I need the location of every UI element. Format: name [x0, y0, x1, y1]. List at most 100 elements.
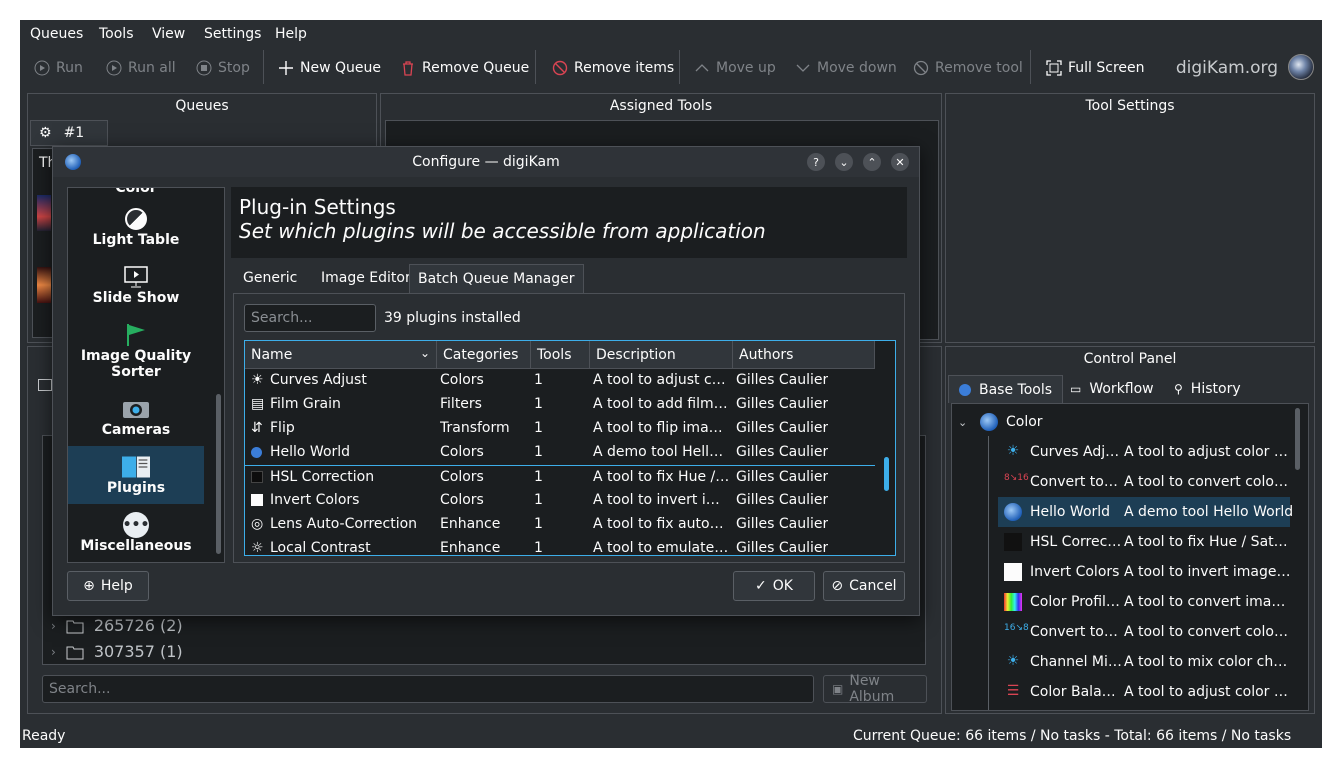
tree-tool-row[interactable]: 16↘8 Convert to … A tool to convert colo…: [952, 617, 1308, 647]
table-row[interactable]: Invert Colors Colors 1 A tool to invert …: [245, 489, 875, 513]
column-header-name[interactable]: Name ⌄: [245, 341, 437, 369]
run-button[interactable]: Run: [34, 58, 83, 78]
chevron-right-icon: ›: [51, 644, 56, 659]
table-row[interactable]: ◎ Lens Auto-Correction Enhance 1 A tool …: [245, 513, 875, 537]
table-scrollbar[interactable]: [884, 457, 889, 491]
close-icon[interactable]: ✕: [891, 153, 909, 171]
tree-category-color[interactable]: ⌄ Color: [952, 407, 1308, 437]
cancel-button[interactable]: ⊘ Cancel: [823, 571, 905, 601]
album-item[interactable]: › 307357 (1): [51, 642, 183, 661]
remove-queue-button[interactable]: Remove Queue: [400, 58, 529, 78]
sidebar-scrollbar[interactable]: [216, 394, 221, 554]
menu-view[interactable]: View: [152, 26, 185, 42]
table-row[interactable]: ▤ Film Grain Filters 1 A tool to add fil…: [245, 393, 875, 417]
help-icon[interactable]: ?: [807, 153, 825, 171]
table-row[interactable]: HSL Correction Colors 1 A tool to fix Hu…: [245, 465, 875, 489]
convert-bits-icon: 16↘8: [1004, 623, 1029, 633]
tree-tool-row[interactable]: ☀ Curves Adjust A tool to adjust color c…: [952, 437, 1308, 467]
tree-tool-row[interactable]: Invert Colors A tool to invert image c…: [952, 557, 1308, 587]
cell-tools: 1: [534, 396, 543, 412]
tab-workflow[interactable]: ▭ Workflow: [1060, 375, 1164, 403]
table-row[interactable]: ☀ Curves Adjust Colors 1 A tool to adjus…: [245, 369, 875, 393]
tab-batch-queue-manager[interactable]: Batch Queue Manager: [409, 264, 584, 294]
move-down-label: Move down: [817, 60, 897, 76]
menu-settings[interactable]: Settings: [204, 26, 261, 42]
menu-queues[interactable]: Queues: [30, 26, 83, 42]
menu-help[interactable]: Help: [275, 26, 307, 42]
new-queue-button[interactable]: New Queue: [278, 58, 381, 78]
plugin-search-input[interactable]: Search...: [244, 304, 376, 332]
column-header-authors[interactable]: Authors: [733, 341, 875, 369]
lifebuoy-icon: ⊕: [83, 578, 95, 594]
column-header-description[interactable]: Description: [590, 341, 733, 369]
full-screen-button[interactable]: Full Screen: [1046, 58, 1145, 78]
table-row[interactable]: Hello World Colors 1 A demo tool Hello ……: [245, 441, 875, 465]
stop-button[interactable]: Stop: [196, 58, 250, 78]
menu-tools[interactable]: Tools: [99, 26, 134, 42]
remove-tool-button[interactable]: Remove tool: [913, 58, 1023, 78]
sidebar-item-miscellaneous[interactable]: ••• Miscellaneous: [68, 512, 204, 562]
tab-image-editor[interactable]: Image Editor: [313, 264, 419, 294]
light-table-icon: [122, 206, 150, 232]
tree-tool-row-selected[interactable]: Hello World A demo tool Hello World: [998, 497, 1293, 527]
tree-tool-row[interactable]: 8↘16 Convert to … A tool to convert colo…: [952, 467, 1308, 497]
sidebar-item-cameras[interactable]: Cameras: [68, 396, 204, 446]
tool-desc: A tool to mix color chan…: [1124, 654, 1292, 670]
trash-icon: [403, 61, 413, 76]
cell-tools: 1: [534, 420, 543, 436]
digikam-icon: [1004, 503, 1022, 521]
new-album-label: New Album: [849, 673, 895, 705]
sidebar-item-image-quality-sorter[interactable]: Image Quality Sorter: [68, 322, 204, 388]
tree-tool-row[interactable]: ☀ Channel Mi… A tool to mix color chan…: [952, 647, 1308, 677]
tree-tool-row[interactable]: Color Profil… A tool to convert image…: [952, 587, 1308, 617]
tool-name: Color Balance: [1030, 684, 1122, 700]
table-row[interactable]: ☼ Local Contrast Enhance 1 A tool to emu…: [245, 537, 875, 556]
table-row[interactable]: ⇵ Flip Transform 1 A tool to flip images…: [245, 417, 875, 441]
sidebar-item-plugins[interactable]: Plugins: [68, 446, 204, 504]
new-album-button[interactable]: ▣ New Album: [823, 673, 927, 705]
tab-base-tools[interactable]: Base Tools: [948, 375, 1064, 403]
tool-name: Color Profil…: [1030, 594, 1120, 610]
column-label: Authors: [739, 347, 794, 363]
tool-settings-title: Tool Settings: [1085, 98, 1175, 114]
tree-tool-row[interactable]: HSL Correc… A tool to fix Hue / Satur…: [952, 527, 1308, 557]
forbidden-icon: [913, 60, 929, 76]
column-header-tools[interactable]: Tools: [531, 341, 590, 369]
run-all-button[interactable]: Run all: [106, 58, 176, 78]
cell-description: A tool to add film gr…: [593, 396, 730, 412]
album-search-input[interactable]: Search...: [42, 675, 814, 703]
column-header-categories[interactable]: Categories: [437, 341, 531, 369]
queue-tab[interactable]: ⚙ #1: [30, 120, 108, 146]
ok-button[interactable]: ✓ OK: [733, 571, 815, 601]
tab-label: Generic: [243, 270, 298, 286]
flag-icon: [122, 322, 150, 348]
cell-author: Gilles Caulier: [736, 540, 829, 556]
cell-description: A tool to flip images…: [593, 420, 730, 436]
sidebar-item-color-management[interactable]: Color Management: [68, 188, 204, 196]
sun-icon: ☀: [251, 372, 264, 388]
cell-name: Flip: [270, 420, 295, 436]
move-up-button[interactable]: Move up: [694, 58, 776, 78]
tab-generic[interactable]: Generic: [235, 264, 305, 294]
album-item[interactable]: › 265726 (2): [51, 616, 183, 635]
tree-tool-row[interactable]: ☰ Color Balance A tool to adjust color b…: [952, 677, 1308, 707]
tool-name: Hello World: [1030, 504, 1111, 520]
configure-dialog: Configure — digiKam ? ⌄ ⌃ ✕ Color Manage…: [52, 146, 920, 616]
cell-author: Gilles Caulier: [736, 492, 829, 508]
tab-history[interactable]: ⚲ History: [1164, 375, 1251, 403]
chevron-right-icon: ›: [51, 618, 56, 633]
tree-scrollbar[interactable]: [1295, 408, 1300, 470]
folder-icon: [66, 646, 84, 659]
maximize-icon[interactable]: ⌃: [863, 153, 881, 171]
toolbar-separator: [535, 50, 536, 84]
sidebar-item-light-table[interactable]: Light Table: [68, 206, 204, 256]
queues-title: Queues: [175, 98, 229, 114]
minimize-icon[interactable]: ⌄: [835, 153, 853, 171]
help-button[interactable]: ⊕ Help: [67, 571, 149, 601]
sidebar-item-slide-show[interactable]: Slide Show: [68, 264, 204, 314]
remove-items-button[interactable]: Remove items: [552, 58, 674, 78]
move-down-button[interactable]: Move down: [795, 58, 897, 78]
stop-icon: [196, 60, 212, 76]
sidebar-item-label: Plugins: [106, 480, 166, 496]
new-queue-label: New Queue: [300, 60, 381, 76]
